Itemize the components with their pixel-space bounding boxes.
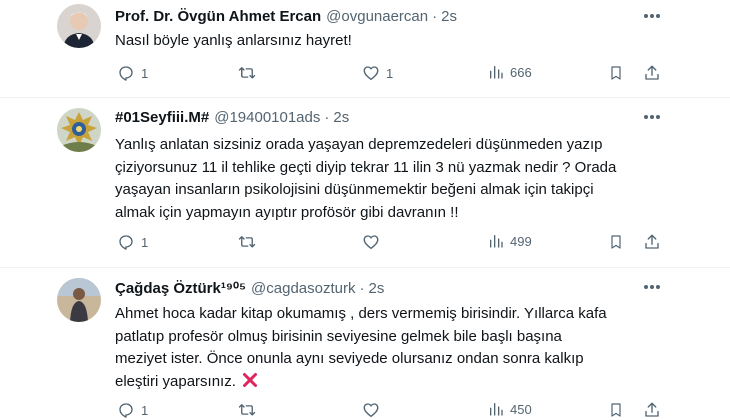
tweet-text-line: Yanlış anlatan sizsiniz orada yaşayan de… (115, 136, 603, 153)
views-count: 499 (510, 233, 532, 249)
tweet-1[interactable]: Prof. Dr. Övgün Ahmet Ercan @ovgunaercan… (0, 0, 730, 98)
share-icon (645, 234, 659, 249)
tweet-text-line: yaşayan insanların psikolojisini düşünme… (115, 181, 594, 198)
tweet-text-line: meziyet ister. Önce onunla aynı seviyede… (115, 350, 584, 367)
retweet-icon (238, 67, 256, 79)
tweet-text-line: çiziyorsunuz 11 il tehlike geçti diyip t… (115, 158, 617, 176)
views-icon (490, 235, 503, 248)
reply-icon (119, 235, 133, 250)
views-button[interactable]: 450 (488, 401, 532, 417)
author-name[interactable]: #01Seyfiii.M# (115, 109, 209, 126)
avatar[interactable] (57, 4, 101, 48)
bookmark-button[interactable] (608, 233, 624, 251)
more-options-button[interactable] (640, 277, 664, 297)
more-icon (644, 285, 660, 289)
tweet-text: Ahmet hoca kadar kitap okumamış , ders v… (115, 303, 675, 393)
retweet-icon (238, 236, 256, 248)
reply-icon (119, 403, 133, 418)
separator-dot: · (324, 109, 330, 126)
tweet-text-line: Nasıl böyle yanlış anlarsınız hayret! (115, 32, 352, 49)
more-icon (644, 115, 660, 119)
tweet-text: Yanlış anlatan sizsiniz orada yaşayan de… (115, 134, 675, 224)
share-icon (645, 65, 659, 80)
author-handle[interactable]: @19400101ads (214, 109, 320, 126)
tweet-text-line: almak için yapmayın ayıptır profösör gib… (115, 203, 459, 221)
bookmark-icon (611, 66, 621, 80)
views-count: 450 (510, 401, 532, 417)
tweet-3[interactable]: Çağdaş Öztürk¹⁹⁰⁵ @cagdasozturk · 2s Ahm… (0, 268, 730, 420)
more-options-button[interactable] (640, 6, 664, 26)
tweet-actions: 1 499 (0, 233, 730, 253)
views-button[interactable]: 499 (488, 233, 532, 249)
tweet-text-line: patlatıp profesör olmuş birisinin seviye… (115, 327, 562, 345)
like-button[interactable] (362, 233, 386, 251)
author-handle[interactable]: @cagdasozturk (251, 280, 355, 297)
reply-count: 1 (141, 402, 149, 418)
more-options-button[interactable] (640, 107, 664, 127)
heart-icon (363, 235, 379, 250)
views-icon (490, 403, 503, 416)
reply-button[interactable]: 1 (117, 233, 148, 251)
reply-count: 1 (141, 65, 149, 81)
author-name[interactable]: Çağdaş Öztürk¹⁹⁰⁵ (115, 279, 246, 297)
share-button[interactable] (643, 401, 661, 419)
share-button[interactable] (643, 64, 661, 82)
tweet-text: Nasıl böyle yanlış anlarsınız hayret! (115, 30, 675, 53)
bookmark-button[interactable] (608, 401, 624, 419)
tweet-actions: 1 1 666 (0, 64, 730, 84)
reply-button[interactable]: 1 (117, 64, 148, 82)
tweet-time[interactable]: 2s (441, 8, 457, 25)
share-icon (645, 402, 659, 417)
bookmark-icon (611, 403, 621, 417)
views-icon (490, 66, 503, 79)
retweet-button[interactable] (237, 401, 263, 419)
retweet-icon (238, 404, 256, 416)
tweet-2[interactable]: #01Seyfiii.M# @19400101ads · 2s Yanlış a… (0, 98, 730, 268)
avatar[interactable] (57, 278, 101, 322)
like-button[interactable] (362, 401, 386, 419)
cross-mark-emoji (242, 372, 257, 387)
avatar[interactable] (57, 108, 101, 152)
bookmark-button[interactable] (608, 64, 624, 82)
author-name[interactable]: Prof. Dr. Övgün Ahmet Ercan (115, 8, 321, 25)
like-count: 1 (386, 65, 394, 81)
views-button[interactable]: 666 (488, 64, 532, 80)
heart-icon (363, 66, 379, 81)
heart-icon (363, 403, 379, 418)
tweet-time[interactable]: 2s (333, 109, 349, 126)
tweet-time[interactable]: 2s (368, 280, 384, 297)
bookmark-icon (611, 235, 621, 249)
author-handle[interactable]: @ovgunaercan (326, 8, 428, 25)
like-button[interactable]: 1 (362, 64, 393, 82)
more-icon (644, 14, 660, 18)
views-count: 666 (510, 64, 532, 80)
retweet-button[interactable] (237, 233, 263, 251)
separator-dot: · (359, 280, 365, 297)
tweet-text-line: eleştiri yaparsınız. (115, 372, 236, 390)
retweet-button[interactable] (237, 64, 263, 82)
reply-icon (119, 66, 133, 81)
tweet-actions: 1 450 (0, 401, 730, 420)
reply-button[interactable]: 1 (117, 401, 148, 419)
share-button[interactable] (643, 233, 661, 251)
reply-count: 1 (141, 234, 149, 250)
tweet-text-line: Ahmet hoca kadar kitap okumamış , ders v… (115, 305, 607, 322)
separator-dot: · (432, 8, 438, 25)
